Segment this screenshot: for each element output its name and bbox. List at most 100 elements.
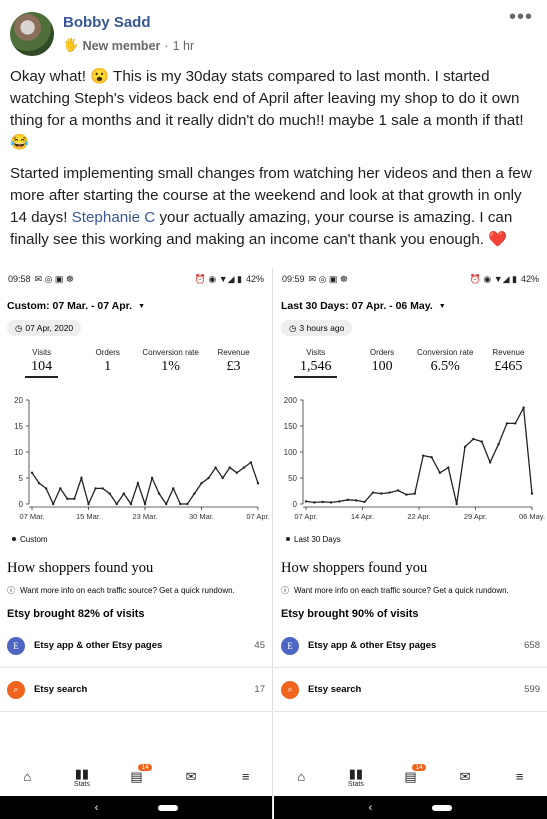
data-point bbox=[51, 502, 55, 506]
metric-conversion-rate[interactable]: Conversion rate 6.5% bbox=[414, 348, 477, 382]
etsy-logo-icon: E bbox=[7, 636, 25, 655]
metric-label: Visits bbox=[306, 348, 326, 357]
mention-link[interactable]: Stephanie C bbox=[72, 209, 156, 226]
nav-orders[interactable]: ▤ 14 bbox=[116, 764, 156, 784]
data-point bbox=[242, 466, 246, 469]
post-time[interactable]: 1 hr bbox=[173, 39, 195, 53]
source-name: Etsy app & other Etsy pages bbox=[308, 640, 437, 651]
data-point bbox=[115, 502, 118, 506]
date-range-label: Last 30 Days: 07 Apr. - 06 May. bbox=[281, 300, 433, 312]
visits-chart: 0 50 100 150 200 07 Apr. 14 Apr. 22 Apr. 29 Apr.… bbox=[274, 390, 547, 530]
back-icon[interactable]: ‹ bbox=[369, 802, 373, 814]
y-tick-label: 200 bbox=[284, 396, 298, 405]
caret-down-icon: ▼ bbox=[438, 302, 446, 310]
nav-messages[interactable]: ✉ bbox=[171, 770, 211, 784]
metric-revenue[interactable]: Revenue £465 bbox=[477, 348, 540, 382]
date-range-selector[interactable]: Last 30 Days: 07 Apr. - 06 May. ▼ bbox=[274, 290, 547, 316]
post-paragraph-2: Started implementing small changes from … bbox=[10, 163, 538, 251]
wave-icon: 🖐 bbox=[63, 38, 79, 52]
y-tick-label: 5 bbox=[19, 474, 24, 483]
metrics-row: Visits 1,546 Orders 100 Conversion rate 6.5… bbox=[281, 348, 540, 382]
data-point bbox=[30, 471, 34, 474]
data-point bbox=[346, 498, 350, 502]
metric-label: Orders bbox=[369, 348, 395, 357]
metric-revenue[interactable]: Revenue £3 bbox=[202, 348, 265, 382]
data-point bbox=[421, 454, 425, 457]
data-point bbox=[164, 502, 168, 506]
section-title: How shoppers found you bbox=[7, 560, 154, 576]
metric-orders[interactable]: Orders 1 bbox=[76, 348, 139, 382]
meta-separator: · bbox=[164, 38, 169, 53]
home-pill-icon[interactable] bbox=[158, 804, 179, 811]
x-tick-label: 07 Mar. bbox=[19, 512, 44, 521]
clock-icon: ◷ bbox=[15, 322, 23, 333]
notification-icons: ✉ ◎ ▣ ☸ bbox=[308, 273, 348, 284]
date-range-selector[interactable]: Custom: 07 Mar. - 07 Apr. ▼ bbox=[0, 290, 272, 316]
metric-label: Visits bbox=[32, 348, 52, 357]
nav-stats[interactable]: ▮▮ Stats bbox=[62, 766, 102, 788]
series-line bbox=[31, 461, 259, 507]
data-point bbox=[235, 471, 239, 474]
y-tick-label: 150 bbox=[284, 422, 298, 431]
screenshot-last-30-days: 09:59 ✉ ◎ ▣ ☸ ⏰ ◉ ▼◢ ▮ 42% Last 30 Days: 0… bbox=[274, 268, 547, 819]
more-options-icon[interactable]: ••• bbox=[509, 6, 533, 29]
menu-icon: ≡ bbox=[241, 769, 250, 784]
data-point bbox=[371, 491, 375, 494]
data-point bbox=[186, 502, 189, 506]
info-link[interactable]: ⓘ Want more info on each traffic source? … bbox=[281, 586, 511, 596]
back-icon[interactable]: ‹ bbox=[95, 802, 99, 814]
source-row-etsy-app[interactable]: E Etsy app & other Etsy pages 45 bbox=[0, 624, 272, 668]
source-row-etsy-search[interactable]: ⌕ Etsy search 599 bbox=[274, 668, 547, 712]
visits-chart-svg: 0 50 100 150 200 07 Apr. 14 Apr. 22 Apr. 29 Apr.… bbox=[284, 396, 545, 521]
data-point bbox=[413, 492, 417, 495]
nav-orders[interactable]: ▤ 14 bbox=[390, 764, 430, 784]
post-header: Bobby Sadd 🖐 New member · 1 hr ••• bbox=[0, 0, 547, 62]
nav-home[interactable]: ⌂ bbox=[281, 770, 321, 784]
battery-level: 42% bbox=[245, 274, 264, 284]
info-text: Want more info on each traffic source? G… bbox=[294, 586, 509, 595]
bottom-nav: ⌂ ▮▮ Stats ▤ 14 ✉ ≡ bbox=[0, 758, 272, 796]
metric-visits[interactable]: Visits 1,546 bbox=[281, 348, 350, 382]
nav-messages[interactable]: ✉ bbox=[445, 770, 485, 784]
nav-menu[interactable]: ≡ bbox=[500, 770, 540, 784]
y-tick-label: 0 bbox=[293, 500, 298, 509]
author-avatar[interactable] bbox=[10, 12, 54, 56]
metric-label: Revenue bbox=[492, 348, 525, 357]
data-point bbox=[94, 487, 97, 490]
bar-chart-icon: ▮▮ bbox=[348, 765, 364, 781]
data-point bbox=[438, 471, 442, 474]
data-point bbox=[472, 437, 475, 441]
metric-conversion-rate[interactable]: Conversion rate 1% bbox=[139, 348, 202, 382]
author-name[interactable]: Bobby Sadd bbox=[63, 14, 151, 31]
source-name: Etsy app & other Etsy pages bbox=[34, 640, 163, 651]
source-row-etsy-search[interactable]: ⌕ Etsy search 17 bbox=[0, 668, 272, 712]
data-point bbox=[249, 461, 253, 464]
envelope-icon: ✉ bbox=[459, 769, 471, 784]
etsy-logo-icon: E bbox=[281, 636, 299, 655]
date-range-label: Custom: 07 Mar. - 07 Apr. bbox=[7, 300, 133, 312]
home-pill-icon[interactable] bbox=[432, 804, 453, 811]
post-paragraph-1: Okay what! 😮 This is my 30day stats comp… bbox=[10, 68, 524, 151]
source-name: Etsy search bbox=[34, 684, 88, 695]
search-source-icon: ⌕ bbox=[7, 680, 25, 699]
y-tick-label: 10 bbox=[14, 448, 23, 457]
nav-stats[interactable]: ▮▮ Stats bbox=[336, 765, 376, 788]
source-row-etsy-app[interactable]: E Etsy app & other Etsy pages 658 bbox=[274, 624, 547, 668]
clock-icon: ◷ bbox=[289, 322, 297, 333]
post-meta: 🖐 New member · 1 hr bbox=[63, 38, 194, 53]
data-point bbox=[44, 487, 48, 490]
system-icons: ⏰ ◉ ▼◢ ▮ bbox=[194, 273, 242, 284]
nav-stats-label: Stats bbox=[347, 780, 364, 788]
metric-label: Conversion rate bbox=[417, 348, 474, 357]
data-point bbox=[463, 445, 467, 448]
nav-home[interactable]: ⌂ bbox=[7, 770, 47, 784]
metric-orders[interactable]: Orders 100 bbox=[350, 348, 413, 382]
metric-visits[interactable]: Visits 104 bbox=[7, 348, 76, 382]
clock: 09:58 bbox=[8, 274, 31, 284]
nav-menu[interactable]: ≡ bbox=[226, 770, 266, 784]
info-link[interactable]: ⓘ Want more info on each traffic source? … bbox=[7, 586, 237, 596]
source-name: Etsy search bbox=[308, 684, 362, 695]
data-point bbox=[228, 466, 231, 469]
info-text: Want more info on each traffic source? G… bbox=[20, 586, 235, 595]
member-badge: New member bbox=[82, 38, 161, 53]
